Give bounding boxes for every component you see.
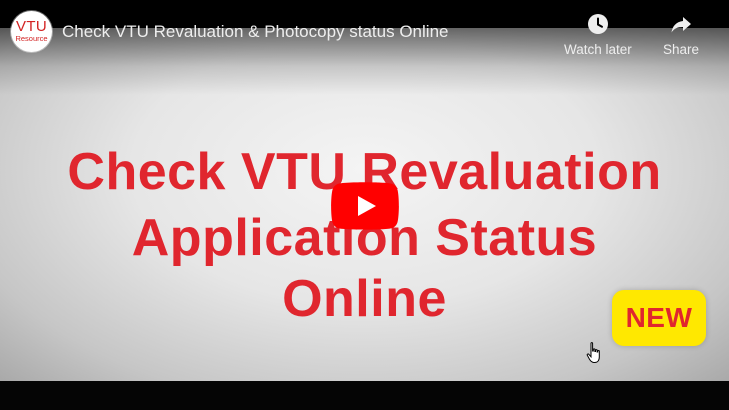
avatar-subtext: Resource bbox=[15, 34, 48, 43]
share-button[interactable]: Share bbox=[663, 10, 699, 57]
video-title-link[interactable]: Check VTU Revaluation & Photocopy status… bbox=[62, 22, 448, 42]
new-badge-label: NEW bbox=[625, 302, 693, 333]
video-player[interactable]: Check VTU Revaluation Application Status… bbox=[0, 0, 729, 410]
video-bottom-bar bbox=[0, 381, 729, 410]
play-icon bbox=[331, 182, 399, 230]
channel-avatar[interactable]: VTU Resource bbox=[11, 11, 52, 52]
share-arrow-icon bbox=[667, 10, 695, 38]
hand-pointer-icon bbox=[586, 341, 604, 365]
watch-later-label: Watch later bbox=[564, 42, 632, 57]
new-badge: NEW bbox=[612, 290, 706, 346]
watch-later-button[interactable]: Watch later bbox=[564, 10, 632, 57]
share-label: Share bbox=[663, 42, 700, 57]
avatar-text: VTU bbox=[16, 18, 47, 35]
clock-icon bbox=[584, 10, 612, 38]
play-button[interactable] bbox=[331, 182, 399, 230]
